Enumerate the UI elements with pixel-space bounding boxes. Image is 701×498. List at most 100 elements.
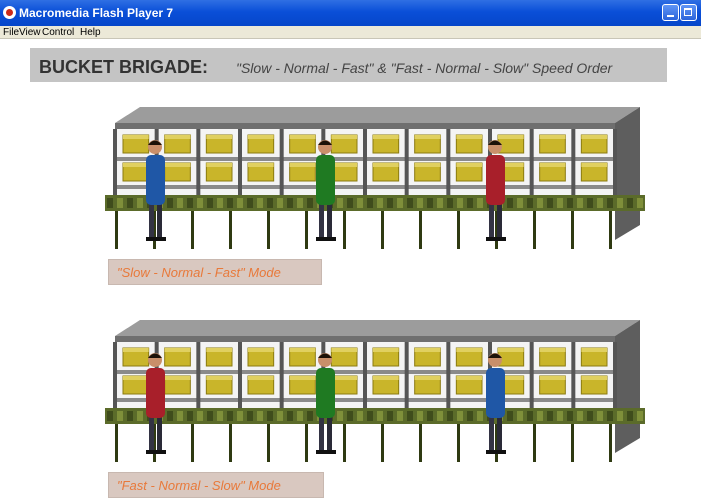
conveyor-roller	[507, 411, 513, 421]
worker-leg	[319, 416, 324, 450]
box-top	[539, 348, 566, 352]
worker-shoe	[146, 450, 156, 454]
window-titlebar[interactable]: Macromedia Flash Player 7	[0, 0, 701, 26]
worker-shoe	[316, 237, 326, 241]
worker-torso	[486, 368, 505, 418]
conveyor-roller	[467, 198, 473, 208]
shelf-post	[613, 129, 617, 197]
box-top	[164, 376, 191, 380]
conveyor-roller	[247, 198, 253, 208]
conveyor-roller	[587, 411, 593, 421]
box-top	[539, 135, 566, 139]
menu-file[interactable]: File	[3, 27, 19, 38]
conveyor-leg	[381, 424, 384, 462]
box-top	[373, 135, 399, 139]
conveyor-roller	[507, 198, 513, 208]
conveyor-roller	[187, 198, 193, 208]
conveyor-roller	[527, 198, 533, 208]
worker-shoe	[156, 450, 166, 454]
box-top	[373, 376, 399, 380]
conveyor-roller	[227, 411, 233, 421]
worker-shoe	[326, 450, 336, 454]
conveyor-leg	[457, 424, 460, 462]
conveyor-leg	[229, 211, 232, 249]
conveyor-roller	[357, 198, 363, 208]
conveyor-roller	[617, 411, 623, 421]
conveyor-leg	[305, 211, 308, 249]
worker-torso	[146, 368, 165, 418]
conveyor-roller	[467, 411, 473, 421]
menu-view[interactable]: View	[19, 27, 41, 38]
conveyor-roller	[297, 198, 303, 208]
conveyor-leg	[419, 424, 422, 462]
conveyor-leg	[229, 424, 232, 462]
conveyor-roller	[347, 198, 353, 208]
worker-leg	[157, 416, 162, 450]
shelf-post	[446, 342, 451, 410]
conveyor-roller	[117, 411, 123, 421]
conveyor-roller	[587, 198, 593, 208]
shelf-post	[529, 129, 534, 197]
menu-control[interactable]: Control	[42, 27, 74, 38]
box-top	[414, 163, 441, 167]
conveyor-leg	[191, 424, 194, 462]
conveyor-roller	[447, 198, 453, 208]
shelf-post	[446, 129, 451, 197]
shelf-post	[613, 342, 617, 410]
conveyor-roller	[477, 198, 483, 208]
box-top	[331, 376, 357, 380]
worker-torso	[316, 155, 335, 205]
box-top	[581, 348, 607, 352]
conveyor-roller	[357, 411, 363, 421]
conveyor-roller	[277, 411, 283, 421]
conveyor-leg	[115, 211, 118, 249]
mode-label-slow-normal-fast: "Slow - Normal - Fast" Mode	[108, 259, 322, 285]
minimize-icon[interactable]	[662, 4, 679, 21]
worker-shoe	[486, 450, 496, 454]
conveyor-roller	[547, 198, 553, 208]
conveyor-roller	[227, 198, 233, 208]
conveyor-roller	[637, 411, 643, 421]
conveyor-roller	[257, 198, 263, 208]
shelf-post	[279, 129, 284, 197]
conveyor-roller	[307, 411, 313, 421]
conveyor-roller	[627, 411, 633, 421]
bucket-brigade-illustration	[105, 107, 645, 249]
menu-help[interactable]: Help	[80, 27, 101, 38]
conveyor-roller	[117, 198, 123, 208]
conveyor-belt	[105, 408, 645, 424]
conveyor-roller	[347, 411, 353, 421]
conveyor-roller	[307, 198, 313, 208]
conveyor-roller	[217, 411, 223, 421]
worker-shoe	[326, 237, 336, 241]
conveyor-leg	[305, 424, 308, 462]
title-banner: BUCKET BRIGADE: "Slow - Normal - Fast" &…	[30, 48, 667, 82]
worker-leg	[497, 416, 502, 450]
worker-shoe	[496, 450, 506, 454]
shelf-top-edge	[115, 123, 615, 129]
conveyor-roller	[557, 411, 563, 421]
worker-leg	[489, 416, 494, 450]
conveyor-roller	[337, 198, 343, 208]
shelf-post	[279, 342, 284, 410]
box-top	[248, 376, 274, 380]
conveyor-roller	[537, 411, 543, 421]
conveyor-roller	[287, 411, 293, 421]
conveyor-roller	[277, 198, 283, 208]
conveyor-roller	[367, 198, 373, 208]
conveyor-leg	[571, 424, 574, 462]
conveyor-roller	[287, 198, 293, 208]
conveyor-roller	[297, 411, 303, 421]
box-top	[206, 163, 232, 167]
conveyor-roller	[407, 198, 413, 208]
box-top	[373, 348, 399, 352]
maximize-icon[interactable]	[680, 4, 697, 21]
conveyor-roller	[127, 411, 133, 421]
shelf-side-panel	[615, 320, 640, 453]
conveyor-roller	[257, 411, 263, 421]
conveyor-roller	[427, 198, 433, 208]
conveyor-leg	[191, 211, 194, 249]
box-top	[164, 348, 191, 352]
conveyor-roller	[457, 411, 463, 421]
menu-bar: File View Control Help	[0, 26, 701, 39]
